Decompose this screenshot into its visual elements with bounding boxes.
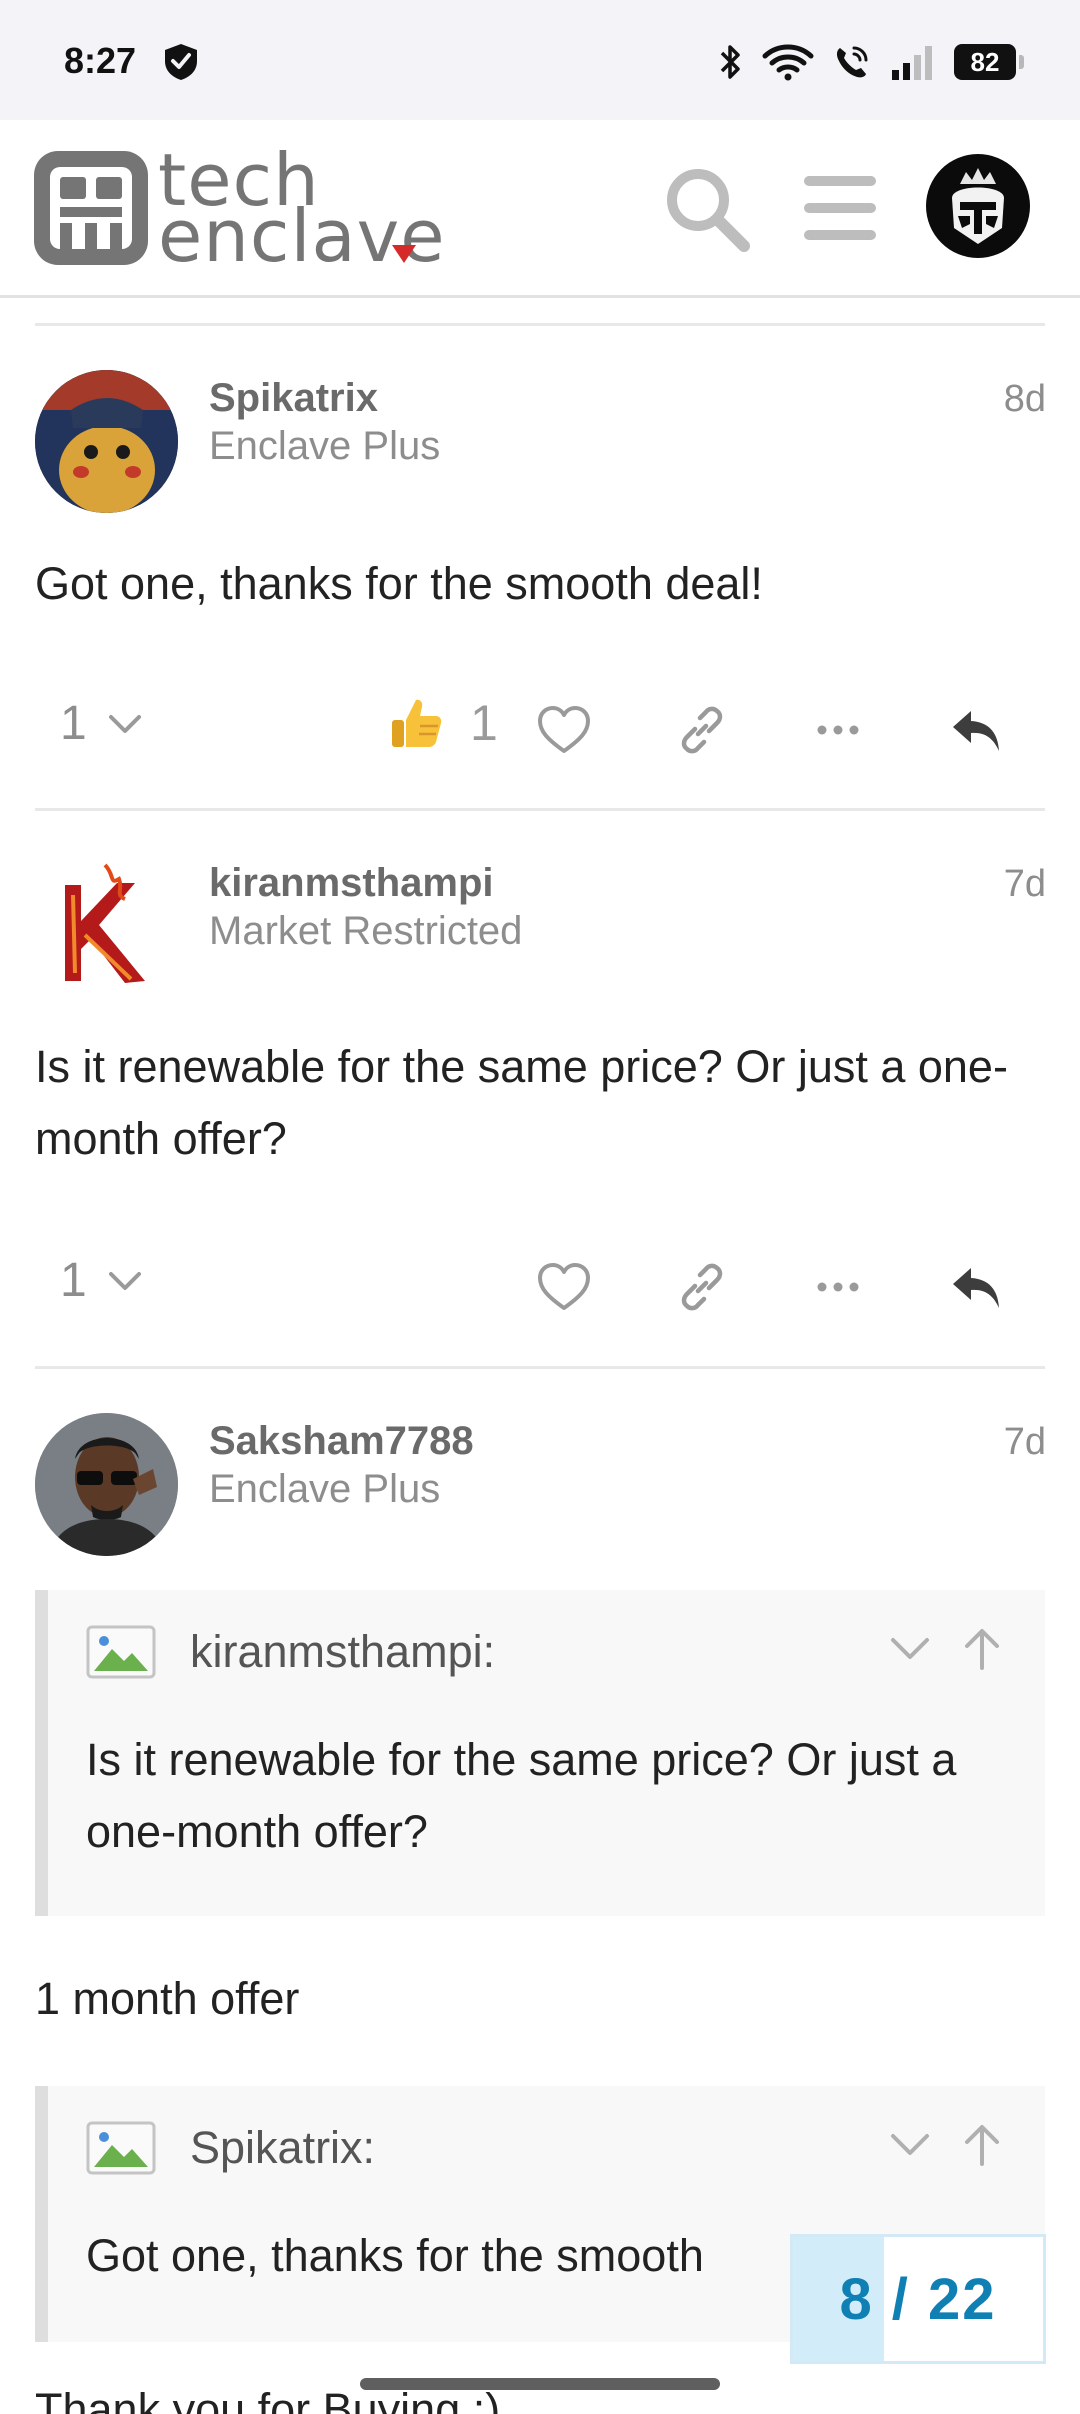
pikachu-avatar-image [35,370,178,513]
reaction-count: 1 [470,695,498,751]
status-time: 8:27 [64,40,137,81]
post-body: Is it renewable for the same price? Or j… [35,1041,1008,1164]
post-item: kiranmsthampi Market Restricted 7d Is it… [0,811,1080,1368]
link-icon [681,1263,723,1311]
copy-link-button[interactable] [670,698,734,762]
copy-link-button[interactable] [670,1255,734,1319]
hamburger-menu-icon[interactable] [800,168,880,248]
gesture-bar[interactable] [360,2378,720,2390]
wifi-icon [762,44,814,81]
post-date[interactable]: 7d [1004,863,1046,906]
replies-toggle[interactable]: 1 [60,696,145,751]
search-icon[interactable] [660,162,754,256]
chevron-down-icon[interactable] [887,2122,933,2168]
reply-button[interactable] [944,1255,1008,1319]
user-avatar[interactable] [926,154,1030,258]
replies-toggle[interactable]: 1 [60,1253,145,1308]
quote-header: Spikatrix: [86,2116,375,2180]
broken-image-icon [86,2121,156,2175]
username[interactable]: Spikatrix [209,376,378,421]
avatar[interactable] [35,855,178,998]
site-logo[interactable]: tech enclave [32,144,446,272]
signal-icon [892,46,932,80]
user-title: Enclave Plus [209,1467,441,1511]
post-body: Got one, thanks for the smooth deal! [35,558,763,609]
thumbs-up-emoji-icon [392,699,442,747]
chevron-down-icon [108,714,141,733]
shield-icon [165,44,197,80]
user-title: Enclave Plus [209,424,441,468]
reply-icon [953,1268,999,1308]
link-icon [681,706,723,754]
chevron-down-icon [108,1271,141,1290]
wifi-calling-icon [836,46,868,78]
logo-mark-icon [34,151,148,265]
post-actions: 1 [0,1243,1080,1323]
chevron-down-icon[interactable] [887,1626,933,1672]
reaction-button[interactable]: 1 [388,694,498,752]
site-header: tech enclave [0,120,1080,298]
user-title: Market Restricted [209,909,523,953]
quote-controls [887,1626,1005,1672]
heart-icon [538,706,590,753]
progress-label: 8 / 22 [839,2266,997,2332]
reply-button[interactable] [944,698,1008,762]
logo-accent-triangle [392,245,416,263]
post-body: 1 month offer [35,1973,300,2024]
broken-image-icon [86,1625,156,1679]
like-button[interactable] [532,698,596,762]
status-icons: 82 [718,40,1024,84]
quote-header: kiranmsthampi: [86,1620,495,1684]
replies-count: 1 [60,697,87,750]
topic-progress[interactable]: 8 / 22 [790,2234,1046,2364]
arrow-up-icon[interactable] [959,1626,1005,1672]
letter-k-avatar-image [35,855,178,998]
more-options-button[interactable] [806,698,870,762]
quote-username[interactable]: Spikatrix: [190,2122,375,2174]
username[interactable]: kiranmsthampi [209,861,494,906]
post-actions: 1 1 [0,686,1080,766]
post-date[interactable]: 8d [1004,378,1046,421]
replies-count: 1 [60,1254,87,1307]
knight-helmet-icon [952,168,1004,244]
status-bar: 8:27 82 [0,0,1080,120]
username[interactable]: Saksham7788 [209,1419,474,1464]
quote-block: kiranmsthampi: Is it renewable for the s… [35,1590,1045,1916]
reply-icon [953,711,999,751]
post-date[interactable]: 7d [1004,1421,1046,1464]
bluetooth-icon [720,45,740,79]
more-dots-icon [817,1282,859,1292]
quote-controls [887,2122,1005,2168]
like-button[interactable] [532,1255,596,1319]
man-with-sunglasses-avatar-image [35,1413,178,1556]
quote-username[interactable]: kiranmsthampi: [190,1626,495,1678]
more-dots-icon [817,725,859,735]
quote-text: Is it renewable for the same price? Or j… [86,1734,957,1857]
avatar[interactable] [35,370,178,513]
post-item: Spikatrix Enclave Plus 8d Got one, thank… [0,326,1080,810]
heart-icon [538,1263,590,1310]
arrow-up-icon[interactable] [959,2122,1005,2168]
battery-indicator: 82 [954,44,1024,80]
more-options-button[interactable] [806,1255,870,1319]
avatar[interactable] [35,1413,178,1556]
